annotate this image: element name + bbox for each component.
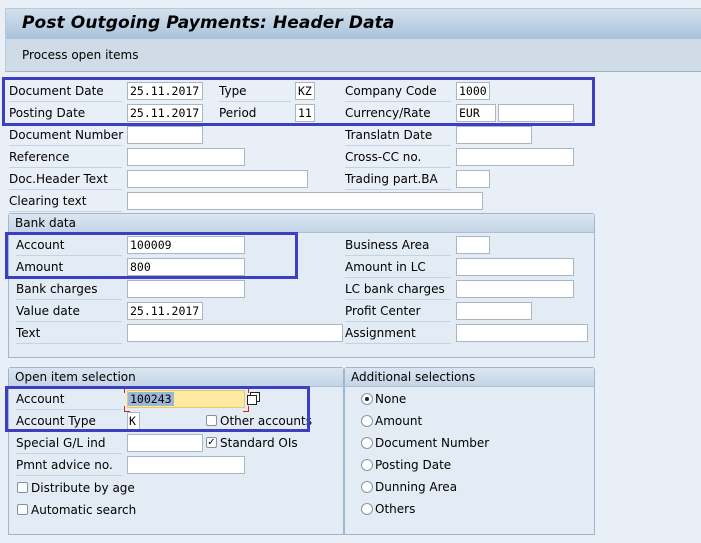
translatn-date-field[interactable]	[456, 126, 532, 144]
translatn-date-label: Translatn Date	[345, 125, 451, 146]
posting-date-field[interactable]: 25.11.2017	[127, 104, 203, 122]
cross-cc-no-label: Cross-CC no.	[345, 147, 451, 168]
document-date-label: Document Date	[9, 81, 122, 102]
doc-header-text-label: Doc.Header Text	[9, 169, 122, 190]
company-code-label: Company Code	[345, 81, 451, 102]
distribute-by-age-checkbox[interactable]	[17, 482, 28, 493]
clearing-text-field[interactable]	[127, 192, 483, 210]
radio-document-number[interactable]	[361, 437, 373, 449]
pmnt-advice-no-label: Pmnt advice no.	[16, 455, 122, 476]
trading-part-ba-field[interactable]	[456, 170, 490, 188]
oi-account-value: 100243	[128, 392, 174, 406]
special-gl-ind-field[interactable]	[127, 434, 203, 452]
document-date-field[interactable]: 25.11.2017	[127, 82, 203, 100]
special-gl-ind-label: Special G/L ind	[16, 433, 122, 454]
oi-account-field[interactable]: 100243	[127, 390, 245, 408]
focus-corner	[124, 387, 130, 393]
type-label: Type	[219, 81, 291, 102]
type-field[interactable]: KZ	[295, 82, 315, 100]
distribute-by-age-label: Distribute by age	[31, 481, 135, 495]
currency-field[interactable]: EUR	[456, 104, 496, 122]
radio-label: Dunning Area	[375, 480, 458, 494]
radio-posting-date[interactable]	[361, 459, 373, 471]
bank-charges-field[interactable]	[127, 280, 245, 298]
radio-label: None	[375, 392, 407, 406]
reference-field[interactable]	[127, 148, 245, 166]
focus-corner	[243, 406, 249, 412]
cross-cc-no-field[interactable]	[456, 148, 574, 166]
value-date-label: Value date	[16, 301, 122, 322]
standard-ois-checkbox[interactable]: ✓	[206, 437, 217, 448]
radio-dunning-area[interactable]	[361, 481, 373, 493]
other-accounts-checkbox[interactable]	[206, 415, 217, 426]
standard-ois-label: Standard OIs	[220, 436, 298, 450]
company-code-field[interactable]: 1000	[456, 82, 490, 100]
document-number-label: Document Number	[9, 125, 123, 146]
radio-label: Posting Date	[375, 458, 452, 472]
clearing-text-label: Clearing text	[9, 191, 122, 212]
assignment-label: Assignment	[345, 323, 451, 344]
account-type-label: Account Type	[16, 411, 122, 432]
text-field[interactable]	[127, 324, 343, 342]
automatic-search-checkbox[interactable]	[17, 504, 28, 515]
application-toolbar: Process open items	[5, 39, 701, 72]
amount-field[interactable]: 800	[127, 258, 245, 276]
open-item-selection-title: Open item selection	[9, 368, 343, 387]
process-open-items-button[interactable]: Process open items	[22, 48, 138, 62]
amount-label: Amount	[16, 257, 122, 278]
radio-label: Document Number	[375, 436, 490, 450]
exchange-rate-field[interactable]	[498, 104, 574, 122]
page-title: Post Outgoing Payments: Header Data	[22, 13, 395, 33]
period-field[interactable]: 11	[295, 104, 315, 122]
business-area-field[interactable]	[456, 236, 490, 254]
checkmark-icon: ✓	[207, 437, 216, 448]
lc-bank-charges-field[interactable]	[456, 280, 574, 298]
text-label: Text	[16, 323, 122, 344]
title-bar: Post Outgoing Payments: Header Data	[5, 8, 701, 39]
profit-center-label: Profit Center	[345, 301, 451, 322]
radio-label: Amount	[375, 414, 423, 428]
lc-bank-charges-label: LC bank charges	[345, 279, 451, 300]
additional-selections-title: Additional selections	[345, 368, 594, 387]
radio-others[interactable]	[361, 503, 373, 515]
currency-rate-label: Currency/Rate	[345, 103, 451, 124]
assignment-field[interactable]	[456, 324, 588, 342]
oi-account-label: Account	[16, 389, 122, 410]
reference-label: Reference	[9, 147, 122, 168]
amount-in-lc-field[interactable]	[456, 258, 574, 276]
profit-center-field[interactable]	[456, 302, 532, 320]
bank-account-label: Account	[16, 235, 122, 256]
period-label: Period	[219, 103, 291, 124]
trading-part-ba-label: Trading part.BA	[345, 169, 451, 190]
other-accounts-label: Other accounts	[220, 414, 312, 428]
amount-in-lc-label: Amount in LC	[345, 257, 451, 278]
bank-account-field[interactable]: 100009	[127, 236, 245, 254]
business-area-label: Business Area	[345, 235, 451, 256]
automatic-search-label: Automatic search	[31, 503, 137, 517]
doc-header-text-field[interactable]	[127, 170, 308, 188]
radio-none[interactable]	[361, 393, 373, 405]
bank-charges-label: Bank charges	[16, 279, 122, 300]
radio-amount[interactable]	[361, 415, 373, 427]
multiple-selection-icon[interactable]	[246, 392, 260, 406]
posting-date-label: Posting Date	[9, 103, 122, 124]
account-type-field[interactable]: K	[127, 412, 140, 430]
radio-label: Others	[375, 502, 416, 516]
bank-data-title: Bank data	[9, 214, 594, 233]
pmnt-advice-no-field[interactable]	[127, 456, 245, 474]
document-number-field[interactable]	[127, 126, 203, 144]
value-date-field[interactable]: 25.11.2017	[127, 302, 203, 320]
